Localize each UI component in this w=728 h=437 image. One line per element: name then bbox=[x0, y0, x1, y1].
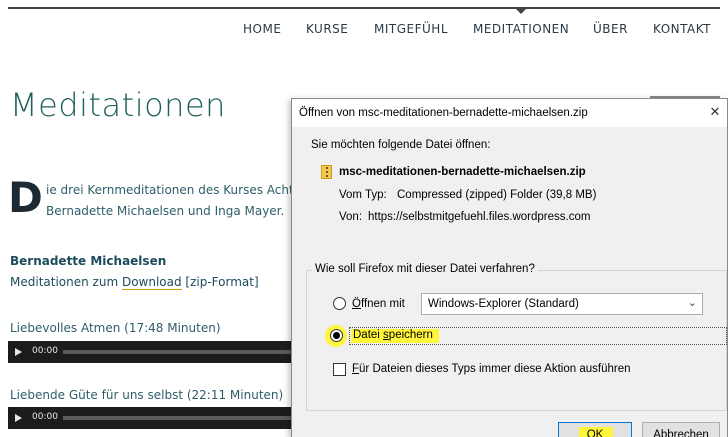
player-progress-track[interactable] bbox=[63, 416, 293, 420]
download-suffix: [zip-Format] bbox=[181, 275, 259, 289]
download-line: Meditationen zum Download [zip-Format] bbox=[10, 275, 259, 290]
dialog-titlebar[interactable]: Öffnen von msc-meditationen-bernadette-m… bbox=[292, 99, 727, 127]
file-source-value: https://selbstmitgefuehl.files.wordpress… bbox=[368, 211, 591, 223]
cancel-button[interactable]: Abbrechen bbox=[642, 422, 720, 437]
ok-label: OK bbox=[586, 429, 604, 437]
page-title: Meditationen bbox=[10, 86, 226, 124]
file-source-label: Von: bbox=[339, 211, 363, 223]
save-file-label: Datei speichern bbox=[353, 329, 433, 341]
chevron-down-icon: ⌄ bbox=[687, 296, 697, 309]
nav-mitgefuehl[interactable]: MITGEFÜHL bbox=[374, 22, 448, 36]
zip-file-icon bbox=[321, 165, 332, 179]
player-progress-track[interactable] bbox=[63, 350, 293, 354]
file-type-value: Compressed (zipped) Folder (39,8 MB) bbox=[397, 189, 597, 201]
download-link[interactable]: Download bbox=[121, 275, 182, 290]
intro-text-line-1: ie drei Kernmeditationen des Kurses Acht bbox=[46, 183, 294, 197]
audio-player-1[interactable]: 00:00 bbox=[8, 341, 293, 363]
file-type-label: Vom Typ: bbox=[339, 189, 387, 201]
dialog-body: Sie möchten folgende Datei öffnen: msc-m… bbox=[292, 127, 727, 437]
intro-dropcap: D bbox=[8, 173, 43, 222]
dialog-title: Öffnen von msc-meditationen-bernadette-m… bbox=[299, 107, 588, 119]
player-time: 00:00 bbox=[32, 346, 58, 356]
active-nav-indicator bbox=[516, 9, 526, 14]
open-with-label: Öffnen mit bbox=[352, 298, 405, 310]
download-dialog: Öffnen von msc-meditationen-bernadette-m… bbox=[291, 98, 728, 437]
audio-player-2[interactable]: 00:00 bbox=[8, 407, 293, 429]
save-file-option[interactable]: Datei speichern bbox=[349, 327, 727, 345]
track-title-1: Liebevolles Atmen (17:48 Minuten) bbox=[10, 321, 221, 335]
close-icon[interactable]: ✕ bbox=[707, 105, 723, 121]
nav-kontakt[interactable]: KONTAKT bbox=[653, 22, 711, 36]
open-with-select[interactable]: Windows-Explorer (Standard) ⌄ bbox=[421, 293, 703, 315]
dialog-prompt: Sie möchten folgende Datei öffnen: bbox=[311, 139, 491, 151]
nav-meditationen[interactable]: MEDITATIONEN bbox=[473, 22, 569, 36]
play-icon[interactable] bbox=[15, 348, 22, 356]
save-file-radio[interactable] bbox=[330, 329, 343, 342]
ok-button[interactable]: OK bbox=[558, 422, 632, 437]
main-nav: HOME KURSE MITGEFÜHL MEDITATIONEN ÜBER K… bbox=[0, 22, 728, 38]
file-name: msc-meditationen-bernadette-michaelsen.z… bbox=[339, 166, 586, 178]
track-title-2: Liebende Güte für uns selbst (22:11 Minu… bbox=[10, 388, 284, 402]
action-question: Wie soll Firefox mit dieser Datei verfah… bbox=[312, 263, 538, 275]
nav-kurse[interactable]: KURSE bbox=[306, 22, 348, 36]
nav-home[interactable]: HOME bbox=[243, 22, 281, 36]
nav-ueber[interactable]: ÜBER bbox=[593, 22, 628, 36]
play-icon[interactable] bbox=[15, 414, 22, 422]
always-do-label: Für Dateien dieses Typs immer diese Akti… bbox=[352, 363, 631, 375]
author-heading: Bernadette Michaelsen bbox=[10, 254, 167, 268]
download-prefix: Meditationen zum bbox=[10, 275, 122, 289]
header-rule bbox=[8, 7, 720, 9]
open-with-app: Windows-Explorer (Standard) bbox=[428, 298, 579, 310]
player-time: 00:00 bbox=[32, 412, 58, 422]
intro-text-line-2: Bernadette Michaelsen und Inga Mayer. bbox=[46, 204, 285, 218]
open-with-radio[interactable] bbox=[333, 297, 346, 310]
always-do-checkbox[interactable] bbox=[333, 363, 346, 376]
